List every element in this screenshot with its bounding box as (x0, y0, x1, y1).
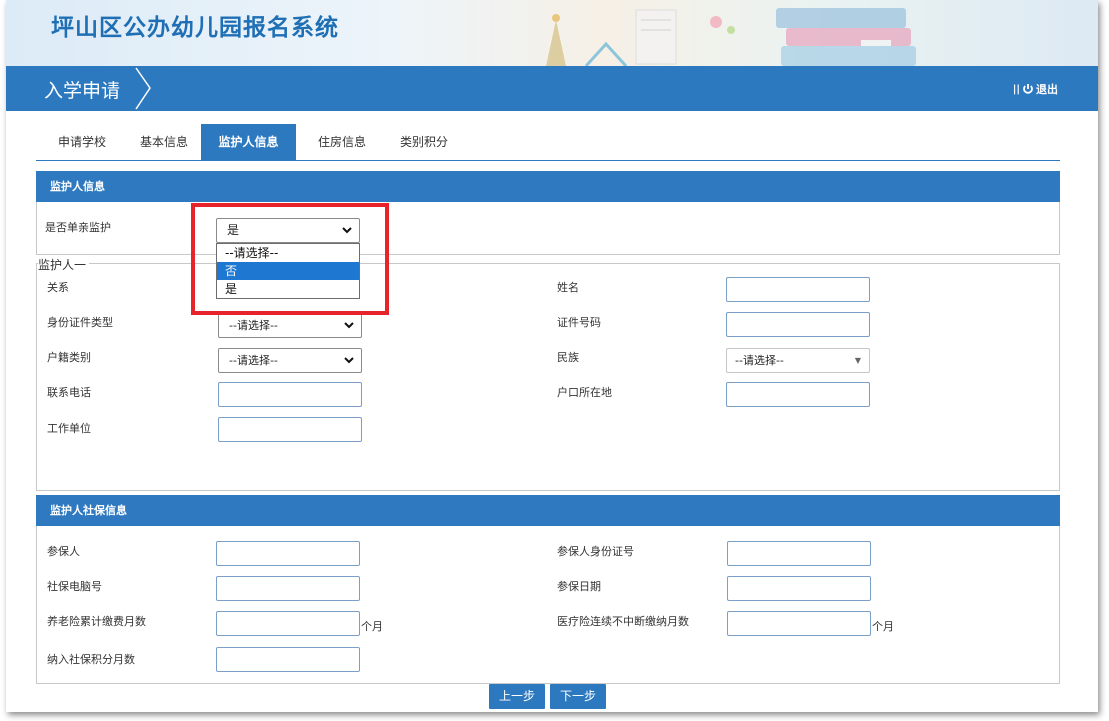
insured-id-label: 参保人身份证号 (557, 545, 634, 558)
dropdown-option[interactable]: 是 (217, 280, 359, 298)
guardian1-legend: 监护人一 (38, 256, 90, 273)
separator-icon: || (1012, 83, 1020, 95)
id-number-input[interactable] (726, 312, 870, 337)
prev-step-button[interactable]: 上一步 (489, 684, 545, 709)
app-window: 坪山区公办幼儿园报名系统 入学申请 || 退出 申请学校 基本信息 监护人信息 … (6, 0, 1098, 712)
months-suffix: 个月 (872, 620, 894, 633)
ethnicity-select[interactable]: --请选择-- ▼ (726, 348, 870, 373)
insured-date-input[interactable] (727, 576, 871, 601)
logout-button[interactable]: || 退出 (1013, 81, 1058, 97)
medical-months-label: 医疗险连续不中断缴纳月数 (557, 615, 689, 628)
pension-months-label: 养老险累计缴费月数 (47, 615, 146, 628)
single-parent-value: 是 (227, 223, 240, 237)
insured-id-input[interactable] (727, 541, 871, 566)
employer-label: 工作单位 (47, 422, 91, 435)
household-type-select[interactable]: --请选择-- (218, 348, 362, 373)
id-type-label: 身份证件类型 (47, 316, 113, 329)
guardian-info-panel: 监护人信息 (36, 171, 1060, 255)
hukou-location-input[interactable] (726, 382, 870, 407)
single-parent-select[interactable]: 是 (216, 218, 360, 243)
chevron-down-icon (342, 227, 352, 234)
computer-no-label: 社保电脑号 (47, 580, 102, 593)
household-type-label: 户籍类别 (47, 351, 91, 364)
dropdown-option[interactable]: --请选择-- (217, 244, 359, 262)
section-heading: 监护人信息 (36, 171, 1060, 202)
pension-months-input[interactable] (216, 611, 360, 636)
tab-apply-school[interactable]: 申请学校 (44, 124, 120, 160)
phone-label: 联系电话 (47, 386, 91, 399)
id-number-label: 证件号码 (557, 316, 601, 329)
chevron-down-icon (344, 357, 354, 364)
header-banner: 坪山区公办幼儿园报名系统 (6, 0, 1098, 66)
hukou-location-label: 户口所在地 (557, 386, 612, 399)
relation-label: 关系 (47, 281, 69, 294)
tab-housing-info[interactable]: 住房信息 (304, 124, 380, 160)
section-heading: 监护人社保信息 (36, 495, 1060, 526)
single-parent-label: 是否单亲监护 (45, 221, 111, 234)
nav-title: 入学申请 (44, 80, 121, 102)
dropdown-triangle-icon: ▼ (854, 356, 861, 365)
medical-months-input[interactable] (727, 611, 871, 636)
tab-category-points[interactable]: 类别积分 (386, 124, 462, 160)
tab-bar: 申请学校 基本信息 监护人信息 住房信息 类别积分 (36, 124, 1060, 161)
ethnicity-label: 民族 (557, 351, 579, 364)
name-label: 姓名 (557, 281, 579, 294)
ethnicity-value: --请选择-- (735, 354, 784, 367)
logout-label: 退出 (1036, 83, 1058, 96)
social-security-panel: 监护人社保信息 (36, 495, 1060, 684)
guardian1-fieldset (36, 263, 1060, 491)
single-parent-dropdown-list: --请选择-- 否 是 (216, 243, 360, 299)
household-type-value: --请选择-- (229, 354, 278, 367)
chevron-down-icon (344, 322, 354, 329)
chevron-right-icon (135, 67, 151, 110)
name-input[interactable] (726, 277, 870, 302)
page-title: 坪山区公办幼儿园报名系统 (51, 15, 339, 41)
tab-basic-info[interactable]: 基本信息 (126, 124, 202, 160)
nav-bar: 入学申请 || 退出 (6, 66, 1098, 111)
points-months-label: 纳入社保积分月数 (47, 653, 135, 666)
phone-input[interactable] (218, 382, 362, 407)
insured-input[interactable] (216, 541, 360, 566)
id-type-value: --请选择-- (229, 319, 278, 332)
banner-decoration-illustration (546, 8, 916, 66)
power-icon (1023, 84, 1033, 94)
insured-label: 参保人 (47, 545, 80, 558)
id-type-select[interactable]: --请选择-- (218, 313, 362, 338)
months-suffix: 个月 (361, 620, 383, 633)
points-months-input[interactable] (216, 647, 360, 672)
employer-input[interactable] (218, 417, 362, 442)
dropdown-option[interactable]: 否 (217, 262, 359, 280)
tab-guardian-info[interactable]: 监护人信息 (201, 124, 296, 160)
insured-date-label: 参保日期 (557, 580, 601, 593)
next-step-button[interactable]: 下一步 (550, 684, 606, 709)
computer-no-input[interactable] (216, 576, 360, 601)
